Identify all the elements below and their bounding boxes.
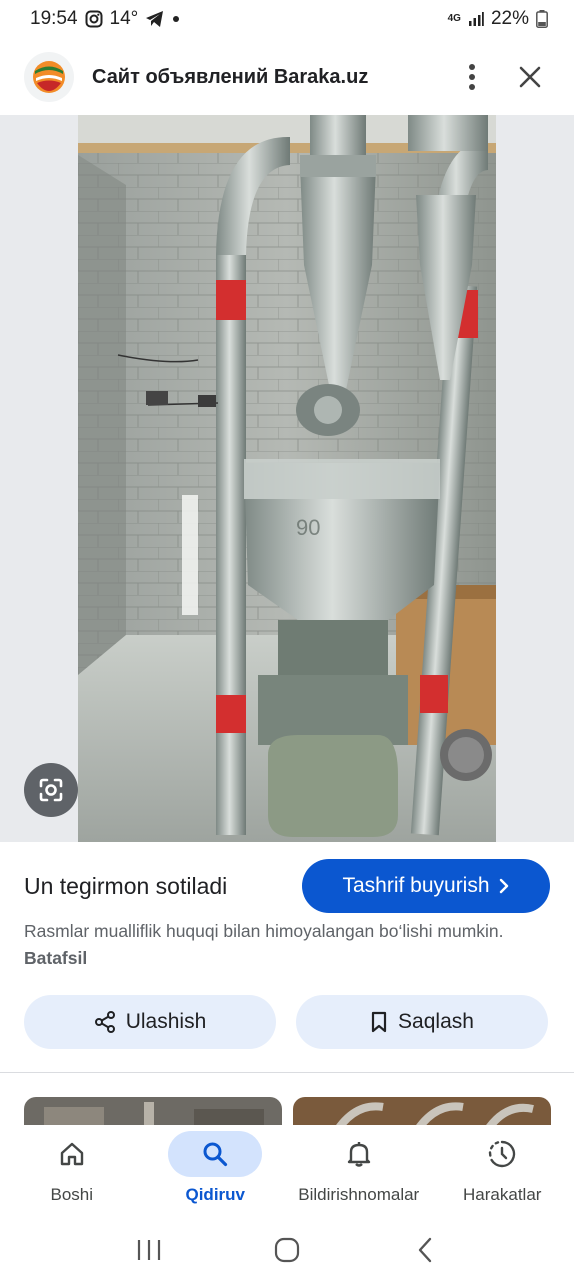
nav-search-icon-wrap	[168, 1131, 263, 1177]
signal-icon	[468, 11, 484, 27]
network-type: 4G	[447, 13, 461, 24]
back-button[interactable]	[400, 1228, 450, 1272]
nav-activity[interactable]: Harakatlar	[431, 1125, 574, 1220]
share-label: Ulashish	[125, 1010, 207, 1033]
nav-notifications-icon-wrap	[312, 1131, 406, 1177]
home-icon	[60, 1142, 83, 1166]
system-navigation	[0, 1220, 574, 1280]
google-lens-icon	[39, 778, 63, 802]
bottom-navigation: Boshi Qidiruv Bildirishnomalar Harakatla…	[0, 1125, 574, 1220]
save-button[interactable]: Saqlash	[296, 995, 548, 1049]
lens-button[interactable]	[24, 763, 78, 817]
action-row: Ulashish Saqlash	[24, 995, 548, 1049]
result-title-row: Un tegirmon sotiladi Tashrif buyurish	[0, 857, 574, 915]
telegram-icon	[145, 10, 165, 28]
nav-home-label: Boshi	[50, 1185, 94, 1204]
image-viewer: 90	[0, 115, 574, 842]
save-label: Saqlash	[398, 1010, 474, 1033]
recent-apps-icon	[137, 1240, 161, 1260]
nav-notifications[interactable]: Bildirishnomalar	[287, 1125, 431, 1220]
nav-home-icon-wrap	[25, 1131, 119, 1177]
more-vert-icon	[469, 64, 475, 90]
close-icon	[519, 66, 541, 88]
site-title: Сайт объявлений Baraka.uz	[92, 65, 369, 88]
svg-text:90: 90	[296, 515, 320, 540]
app-header: Сайт объявлений Baraka.uz	[0, 46, 574, 108]
recent-apps-button[interactable]	[124, 1228, 174, 1272]
status-left: 19:54 14°	[30, 8, 180, 30]
back-icon	[418, 1237, 432, 1263]
share-icon	[94, 1011, 115, 1033]
learn-more-link[interactable]: Batafsil	[24, 948, 87, 968]
nav-notifications-label: Bildirishnomalar	[298, 1185, 420, 1204]
battery-icon	[536, 10, 548, 28]
instagram-icon	[85, 10, 103, 28]
bell-icon	[347, 1142, 370, 1167]
status-temperature: 14°	[109, 8, 139, 29]
close-button[interactable]	[508, 55, 552, 99]
activity-icon	[489, 1140, 516, 1168]
home-button[interactable]	[262, 1228, 312, 1272]
nav-activity-icon-wrap	[455, 1131, 549, 1177]
status-time: 19:54	[30, 8, 78, 29]
divider	[0, 1072, 574, 1073]
copyright-notice: Rasmlar mualliflik huquqi bilan himoyala…	[24, 918, 544, 972]
more-options-button[interactable]	[450, 55, 494, 99]
result-image[interactable]: 90	[78, 115, 496, 842]
bookmark-icon	[371, 1011, 387, 1033]
nav-search-label: Qidiruv	[185, 1185, 245, 1204]
site-logo	[24, 52, 74, 102]
status-right: 4G 22%	[448, 8, 548, 30]
home-circle-icon	[274, 1237, 300, 1263]
chevron-right-icon	[499, 878, 508, 894]
visit-button-label: Tashrif buyurish	[342, 874, 490, 897]
status-bar: 19:54 14° 4G 22%	[0, 0, 574, 38]
visit-button[interactable]: Tashrif buyurish	[302, 859, 550, 913]
copyright-text: Rasmlar mualliflik huquqi bilan himoyala…	[24, 921, 504, 941]
dot-icon	[172, 15, 180, 23]
nav-activity-label: Harakatlar	[463, 1185, 542, 1204]
battery-percent: 22%	[490, 8, 529, 29]
nav-search[interactable]: Qidiruv	[144, 1125, 288, 1220]
nav-home[interactable]: Boshi	[0, 1125, 144, 1220]
result-title: Un tegirmon sotiladi	[24, 872, 228, 899]
search-icon	[203, 1142, 228, 1167]
share-button[interactable]: Ulashish	[24, 995, 276, 1049]
